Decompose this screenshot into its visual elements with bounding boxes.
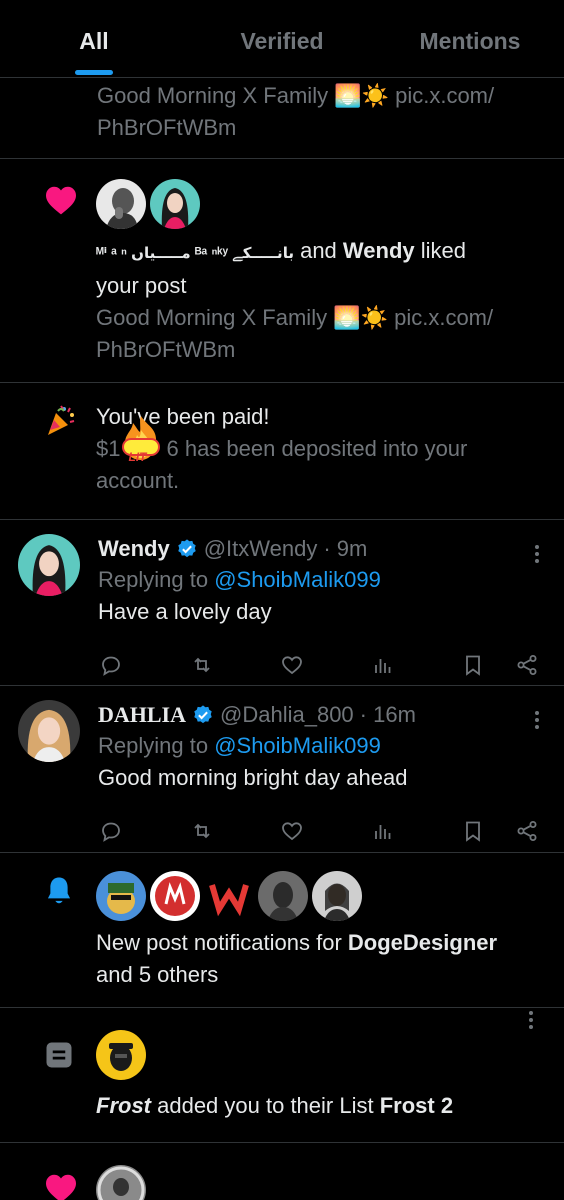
avatar-user-2[interactable] xyxy=(150,871,200,921)
retweet-icon[interactable] xyxy=(189,818,215,844)
notification-like-partial[interactable] xyxy=(0,1143,564,1200)
replying-to-label: Replying to xyxy=(98,567,215,592)
tab-all[interactable]: All xyxy=(0,0,188,77)
like-action: liked xyxy=(414,238,466,263)
tweet-author-handle[interactable]: @ItxWendy xyxy=(204,534,318,564)
lit-sticker-label: LIT xyxy=(128,450,147,465)
avatar-user-3[interactable] xyxy=(204,871,254,921)
heart-icon xyxy=(46,1174,76,1200)
heart-icon xyxy=(46,186,76,215)
reply-tweet-wendy[interactable]: Wendy @ItxWendy · 9m Replying to @ShoibM… xyxy=(0,520,564,686)
paid-body: 6 has been deposited into your xyxy=(166,436,468,461)
liker-1-name[interactable]: ᴹⁱ ᵃ ⁿ ﻣـــــیاں ᴮᵃ ⁿᵏʸ ﺑﺎﻧـــــﮑﮯ xyxy=(96,245,294,262)
post-notif-user[interactable]: DogeDesigner xyxy=(348,930,497,955)
tab-all-label: All xyxy=(79,28,109,54)
wendy-avatar[interactable] xyxy=(18,534,80,596)
avatar-frost[interactable] xyxy=(96,1030,146,1080)
like-icon[interactable] xyxy=(279,652,305,678)
notification-like[interactable]: ᴹⁱ ᵃ ⁿ ﻣـــــیاں ᴮᵃ ⁿᵏʸ ﺑﺎﻧـــــﮑﮯ and W… xyxy=(0,159,564,383)
post-notif-line2: and 5 others xyxy=(96,962,219,987)
prev-post-text-2: PhBrOFtWBm xyxy=(97,115,237,140)
notification-new-posts[interactable]: New post notifications for DogeDesigner … xyxy=(0,853,564,1008)
notification-list[interactable]: Frost added you to their List Frost 2 xyxy=(0,1008,564,1143)
views-icon[interactable] xyxy=(370,652,396,678)
bookmark-icon[interactable] xyxy=(460,652,486,678)
more-options-icon[interactable] xyxy=(534,542,540,566)
reply-icon[interactable] xyxy=(98,652,124,678)
tweet-text: Good morning bright day ahead xyxy=(98,765,408,790)
share-icon[interactable] xyxy=(514,818,540,844)
reply-tweet-dahlia[interactable]: DAHLIA @Dahlia_800 · 16m Replying to @Sh… xyxy=(0,686,564,853)
liker-2-name[interactable]: Wendy xyxy=(343,238,415,263)
avatar-mian-banky[interactable] xyxy=(96,179,146,229)
liked-post-text: Good Morning X Family 🌅☀️ pic.x.com/ xyxy=(96,305,494,330)
views-icon[interactable] xyxy=(370,818,396,844)
tweet-time: · 16m xyxy=(359,702,416,727)
prev-post-text: Good Morning X Family 🌅☀️ pic.x.com/ xyxy=(97,83,495,108)
list-name[interactable]: Frost 2 xyxy=(380,1093,453,1118)
reply-icon[interactable] xyxy=(98,818,124,844)
bookmark-icon[interactable] xyxy=(460,818,486,844)
avatar-wendy[interactable] xyxy=(150,179,200,229)
tweet-text: Have a lovely day xyxy=(98,599,272,624)
dahlia-avatar[interactable] xyxy=(18,700,80,762)
and-text: and xyxy=(293,238,343,263)
more-options-icon[interactable] xyxy=(528,1008,534,1032)
tab-mentions-label: Mentions xyxy=(419,28,521,54)
tweet-author-handle[interactable]: @Dahlia_800 xyxy=(220,700,354,730)
tab-verified[interactable]: Verified xyxy=(188,0,376,77)
party-popper-icon xyxy=(48,405,75,435)
verified-badge-icon xyxy=(194,705,212,724)
avatar-dogedesigner[interactable] xyxy=(96,871,146,921)
tab-verified-label: Verified xyxy=(240,28,324,54)
replying-to-handle[interactable]: @ShoibMalik099 xyxy=(214,733,381,758)
verified-badge-icon xyxy=(178,539,196,558)
more-options-icon[interactable] xyxy=(534,708,540,732)
like-action-2: your post xyxy=(96,273,187,298)
list-notif-middle: added you to their List xyxy=(151,1093,380,1118)
tweet-author-name[interactable]: Wendy xyxy=(98,534,170,564)
tweet-time: · 9m xyxy=(323,536,368,561)
notifications-tabs: All Verified Mentions xyxy=(0,0,564,78)
tweet-author-name[interactable]: DAHLIA xyxy=(98,700,186,730)
liked-post-text-2: PhBrOFtWBm xyxy=(96,337,236,362)
post-notif-prefix: New post notifications for xyxy=(96,930,348,955)
replying-to-label: Replying to xyxy=(98,733,215,758)
like-icon[interactable] xyxy=(279,818,305,844)
list-icon xyxy=(46,1042,72,1068)
lit-sticker: LIT xyxy=(116,414,166,464)
notification-prev-post[interactable]: Good Morning X Family 🌅☀️ pic.x.com/ PhB… xyxy=(0,78,564,159)
active-tab-indicator xyxy=(75,70,113,75)
bell-icon xyxy=(47,877,71,904)
avatar-user-4[interactable] xyxy=(258,871,308,921)
avatar-liker-partial[interactable] xyxy=(96,1165,146,1200)
retweet-icon[interactable] xyxy=(189,652,215,678)
tab-mentions[interactable]: Mentions xyxy=(376,0,564,77)
share-icon[interactable] xyxy=(514,652,540,678)
notification-paid[interactable]: You've been paid! $1 LIT 6 has been depo… xyxy=(0,383,564,520)
list-notif-user[interactable]: Frost xyxy=(96,1093,151,1118)
avatar-user-5[interactable] xyxy=(312,871,362,921)
replying-to-handle[interactable]: @ShoibMalik099 xyxy=(214,567,381,592)
paid-body-2: account. xyxy=(96,468,180,493)
